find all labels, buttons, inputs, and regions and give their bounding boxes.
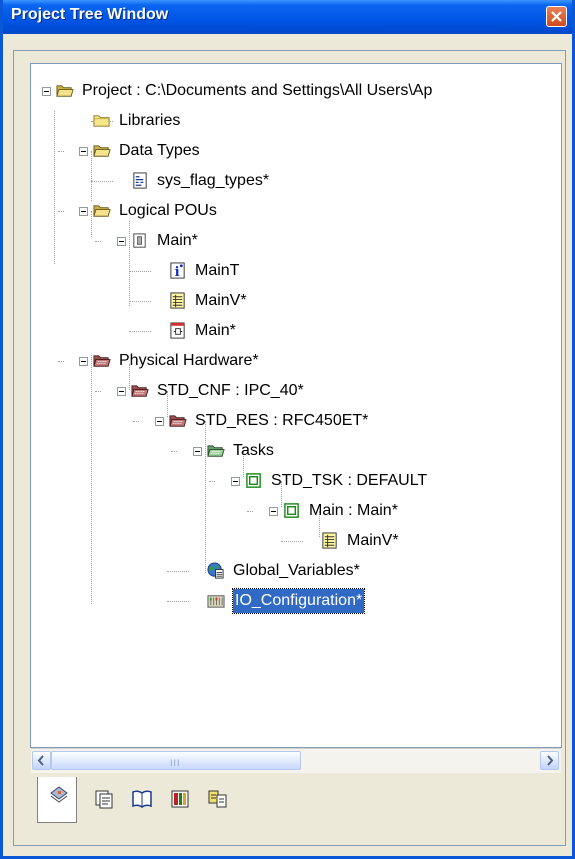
arrow-right-icon (547, 755, 554, 766)
variables-icon (170, 292, 185, 309)
tree-node-main-t[interactable]: i MainT (31, 259, 561, 283)
tree-node-main-main[interactable]: Main : Main* (31, 499, 561, 523)
tree-node-project[interactable]: Project : C:\Documents and Settings\All … (31, 79, 561, 103)
hardware-folder-icon (131, 385, 149, 397)
tasks-folder-icon (207, 445, 225, 457)
tree-node-label[interactable]: Logical POUs (119, 199, 217, 223)
tree-node-label[interactable]: STD_RES : RFC450ET* (195, 409, 368, 433)
collapse-toggle[interactable] (79, 357, 88, 366)
scroll-grip: III (170, 758, 181, 768)
scroll-right-button[interactable] (540, 751, 559, 770)
window-title: Project Tree Window (11, 6, 169, 23)
collapse-toggle[interactable] (117, 387, 126, 396)
collapse-toggle[interactable] (79, 207, 88, 216)
tree-node-label[interactable]: Global_Variables* (233, 559, 360, 583)
title-bar[interactable]: Project Tree Window (3, 0, 572, 34)
datatype-file-icon (133, 172, 147, 189)
folder-open-icon (56, 85, 74, 97)
tree-node-label[interactable]: STD_TSK : DEFAULT (271, 469, 427, 493)
tree-node-sys-flag-types[interactable]: sys_flag_types* (31, 169, 561, 193)
tree-node-label[interactable]: Data Types (119, 139, 200, 163)
tab-book[interactable] (121, 781, 161, 813)
folder-open-icon (93, 205, 111, 217)
io-tab-icon (208, 790, 227, 808)
io-config-icon (207, 595, 225, 608)
tree-node-label[interactable]: Tasks (233, 439, 274, 463)
folder-open-icon (93, 145, 111, 157)
tree-node-std-cnf[interactable]: STD_CNF : IPC_40* (31, 379, 561, 403)
tree-node-libraries[interactable]: Libraries (31, 109, 561, 133)
variables-icon (322, 532, 337, 549)
horizontal-scrollbar[interactable]: III (31, 748, 561, 773)
tree-node-physical-hardware[interactable]: Physical Hardware* (31, 349, 561, 373)
tree-node-label[interactable]: sys_flag_types* (157, 169, 269, 193)
collapse-toggle[interactable] (79, 147, 88, 156)
close-button[interactable] (546, 6, 567, 27)
code-sheet-icon (170, 322, 185, 339)
tab-hardware[interactable] (159, 781, 199, 813)
svg-text:i: i (175, 265, 180, 280)
hardware-folder-icon (93, 355, 111, 367)
tree-node-label[interactable]: MainT (195, 259, 239, 283)
tab-project-tree[interactable] (37, 777, 77, 823)
libraries-tab-icon (95, 790, 113, 809)
collapse-toggle[interactable] (193, 447, 202, 456)
tree-node-logical-pous[interactable]: Logical POUs (31, 199, 561, 223)
collapse-toggle[interactable] (231, 477, 240, 486)
collapse-toggle[interactable] (117, 237, 126, 246)
tree-node-std-tsk[interactable]: STD_TSK : DEFAULT (31, 469, 561, 493)
scroll-left-button[interactable] (32, 751, 51, 770)
collapse-toggle[interactable] (42, 87, 51, 96)
collapse-toggle[interactable] (269, 507, 278, 516)
task-icon (246, 473, 261, 488)
project-tree-tab-icon (50, 786, 68, 803)
tree-node-label[interactable]: MainV* (347, 529, 399, 553)
tree-node-main-pou[interactable]: Main* (31, 229, 561, 253)
tree-node-global-variables[interactable]: Global_Variables* (31, 559, 561, 583)
tree-node-main-code[interactable]: Main* (31, 319, 561, 343)
info-icon: i (170, 262, 185, 280)
collapse-toggle[interactable] (155, 417, 164, 426)
task-icon (284, 503, 299, 518)
tree-node-data-types[interactable]: Data Types (31, 139, 561, 163)
tree-node-label[interactable]: Main* (195, 319, 236, 343)
tab-bar (31, 775, 561, 835)
tree-node-label[interactable]: Main* (157, 229, 198, 253)
pou-icon (133, 233, 146, 248)
project-tree-window: Project Tree Window Project: C:\Documen… (0, 0, 575, 859)
tree-node-main-v[interactable]: MainV* (31, 289, 561, 313)
tree-node-label[interactable]: MainV* (195, 289, 247, 313)
hardware-tab-icon (171, 790, 189, 808)
folder-icon (93, 115, 110, 127)
close-icon (551, 11, 562, 22)
tab-io[interactable] (197, 781, 237, 813)
project-tree: Project : C:\Documents and Settings\All … (31, 64, 561, 747)
arrow-left-icon (37, 755, 44, 766)
tree-node-main-v-2[interactable]: MainV* (31, 529, 561, 553)
tab-libraries[interactable] (83, 781, 123, 813)
tree-node-label[interactable]: Physical Hardware* (119, 349, 259, 373)
tree-node-label[interactable]: Main : Main* (309, 499, 398, 523)
hardware-folder-icon (169, 415, 187, 427)
tree-node-label[interactable]: STD_CNF : IPC_40* (157, 379, 304, 403)
globe-icon (207, 562, 224, 579)
book-tab-icon (132, 790, 152, 808)
tree-node-label[interactable]: IO_Configuration* (231, 588, 366, 614)
tree-node-label[interactable]: Project : C:\Documents and Settings\All … (82, 79, 432, 103)
scroll-thumb[interactable]: III (51, 751, 301, 770)
tree-node-std-res[interactable]: STD_RES : RFC450ET* (31, 409, 561, 433)
tree-node-io-configuration[interactable]: IO_Configuration* (31, 588, 561, 614)
tree-view[interactable]: Project : C:\Documents and Settings\All … (30, 63, 562, 748)
tree-node-label[interactable]: Libraries (119, 109, 180, 133)
tree-node-tasks[interactable]: Tasks (31, 439, 561, 463)
